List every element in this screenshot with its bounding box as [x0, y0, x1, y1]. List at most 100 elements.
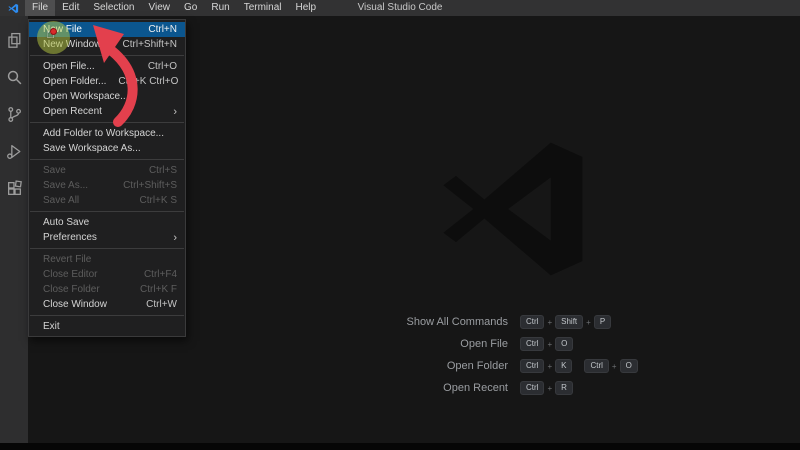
key-group: Ctrl + O — [520, 337, 574, 351]
key-group: Ctrl + K — [520, 359, 573, 373]
menu-item-shortcut: Ctrl+Shift+S — [123, 180, 177, 191]
menu-item-add-folder-to-workspace[interactable]: Add Folder to Workspace... — [29, 126, 185, 141]
menu-item-label: Save All — [43, 195, 80, 206]
welcome-shortcut-keys: Ctrl + K Ctrl + O — [520, 359, 638, 373]
key-badge: Shift — [555, 315, 584, 329]
menu-item-new-window[interactable]: New Window Ctrl+Shift+N — [29, 37, 185, 52]
welcome-shortcut-label: Open Recent — [443, 382, 508, 394]
menu-item-save-all[interactable]: Save All Ctrl+K S — [29, 193, 185, 208]
menu-item-label: Open File... — [43, 61, 95, 72]
menu-item-label: Save — [43, 165, 66, 176]
activity-bar — [0, 16, 28, 443]
plus-separator: + — [586, 317, 591, 327]
menu-item-open-folder[interactable]: Open Folder... Ctrl+K Ctrl+O — [29, 74, 185, 89]
explorer-icon[interactable] — [0, 22, 28, 59]
menu-item-exit[interactable]: Exit — [29, 319, 185, 334]
welcome-shortcut-label: Open Folder — [446, 360, 508, 372]
menubar-item-edit[interactable]: Edit — [55, 0, 86, 16]
welcome-shortcut-label: Open File — [460, 338, 508, 350]
key-badge: Ctrl — [520, 315, 545, 329]
menu-separator — [30, 248, 184, 249]
menubar-item-run[interactable]: Run — [204, 0, 236, 16]
menu-item-label: Save As... — [43, 180, 89, 191]
key-group: Ctrl + Shift + P — [520, 315, 612, 329]
plus-separator: + — [547, 339, 553, 349]
menu-separator — [30, 55, 184, 56]
menu-item-close-folder[interactable]: Close Folder Ctrl+K F — [29, 282, 185, 297]
plus-separator: + — [547, 383, 553, 393]
source-control-icon[interactable] — [0, 96, 28, 133]
menu-item-save-as[interactable]: Save As... Ctrl+Shift+S — [29, 178, 185, 193]
welcome-shortcut-row: Open Recent Ctrl + R — [28, 377, 728, 399]
menu-item-label: Close Folder — [43, 284, 100, 295]
welcome-shortcut-keys: Ctrl + O — [520, 337, 574, 351]
menu-item-open-file[interactable]: Open File... Ctrl+O — [29, 59, 185, 74]
menu-item-label: New Window — [43, 39, 102, 50]
menu-item-label: Exit — [43, 321, 60, 332]
menu-item-shortcut: Ctrl+W — [146, 299, 177, 310]
menubar-item-view[interactable]: View — [142, 0, 178, 16]
menu-item-preferences[interactable]: Preferences › — [29, 230, 185, 245]
key-badge: O — [619, 359, 638, 373]
menu-bar: File Edit Selection View Go Run Terminal Help — [25, 0, 323, 16]
key-badge: Ctrl — [520, 381, 545, 395]
menu-separator — [30, 211, 184, 212]
menu-item-shortcut: Ctrl+O — [147, 61, 177, 72]
menu-separator — [30, 122, 184, 123]
menu-item-shortcut: Ctrl+K F — [140, 284, 177, 295]
plus-separator: + — [547, 361, 553, 371]
welcome-shortcut-keys: Ctrl + Shift + P — [520, 315, 612, 329]
extensions-icon[interactable] — [0, 170, 28, 207]
menubar-item-terminal[interactable]: Terminal — [237, 0, 289, 16]
key-badge: K — [555, 359, 573, 373]
menubar-item-help[interactable]: Help — [289, 0, 324, 16]
menu-item-label: Save Workspace As... — [43, 143, 141, 154]
vscode-window: File Edit Selection View Go Run Terminal Help V… — [0, 0, 800, 450]
key-badge: P — [593, 315, 612, 329]
menu-item-close-editor[interactable]: Close Editor Ctrl+F4 — [29, 267, 185, 282]
welcome-shortcut-keys: Ctrl + R — [520, 381, 573, 395]
key-badge: Ctrl — [520, 359, 545, 373]
menu-item-label: Close Window — [43, 299, 107, 310]
menu-item-label: Open Workspace... — [43, 91, 129, 102]
run-and-debug-icon[interactable] — [0, 133, 28, 170]
menu-item-new-file[interactable]: New File Ctrl+N — [29, 22, 185, 37]
menubar-item-selection[interactable]: Selection — [86, 0, 141, 16]
menu-item-label: Add Folder to Workspace... — [43, 128, 164, 139]
menu-item-label: Preferences — [43, 232, 97, 243]
menu-item-shortcut: Ctrl+N — [148, 24, 177, 35]
menubar-item-file[interactable]: File — [25, 0, 56, 16]
menu-item-label: Open Recent — [43, 106, 102, 117]
letterbox-strip — [0, 443, 800, 450]
key-group: Ctrl + O — [584, 359, 638, 373]
key-badge: O — [555, 337, 574, 351]
key-badge: Ctrl — [584, 359, 609, 373]
plus-separator: + — [547, 317, 553, 327]
menu-item-open-workspace[interactable]: Open Workspace... — [29, 89, 185, 104]
menu-item-close-window[interactable]: Close Window Ctrl+W — [29, 297, 185, 312]
plus-separator: + — [611, 361, 617, 371]
menu-item-label: New File — [43, 24, 82, 35]
key-badge: Ctrl — [520, 337, 545, 351]
menu-separator — [30, 159, 184, 160]
vscode-watermark-logo — [443, 142, 583, 276]
key-group: Ctrl + R — [520, 381, 573, 395]
title-bar: File Edit Selection View Go Run Terminal Help V… — [0, 0, 800, 16]
welcome-shortcut-row: Open Folder Ctrl + K Ctrl + O — [28, 355, 728, 377]
menu-item-shortcut: Ctrl+K S — [139, 195, 177, 206]
search-icon[interactable] — [0, 59, 28, 96]
file-menu-dropdown: New File Ctrl+N New Window Ctrl+Shift+N Open… — [28, 19, 186, 337]
menu-separator — [30, 315, 184, 316]
menu-item-save[interactable]: Save Ctrl+S — [29, 163, 185, 178]
vscode-logo-icon — [8, 3, 19, 14]
menu-item-save-workspace-as[interactable]: Save Workspace As... — [29, 141, 185, 156]
menubar-item-go[interactable]: Go — [177, 0, 204, 16]
submenu-chevron-icon: › — [173, 105, 177, 118]
menu-item-shortcut: Ctrl+Shift+N — [122, 39, 177, 50]
menu-item-revert-file[interactable]: Revert File — [29, 252, 185, 267]
menu-item-auto-save[interactable]: Auto Save — [29, 215, 185, 230]
menu-item-label: Open Folder... — [43, 76, 107, 87]
menu-item-shortcut: Ctrl+F4 — [143, 269, 177, 280]
menu-item-open-recent[interactable]: Open Recent › — [29, 104, 185, 119]
menu-item-label: Close Editor — [43, 269, 98, 280]
